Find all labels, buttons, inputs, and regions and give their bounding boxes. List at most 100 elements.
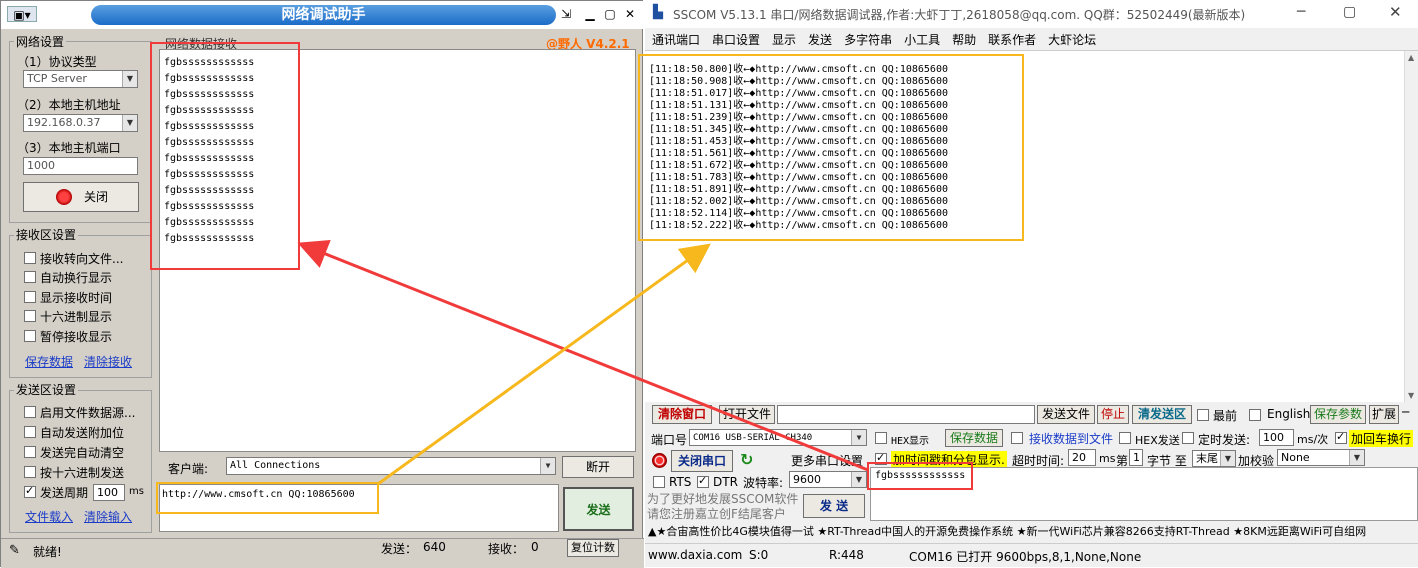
timed-send-checkbox[interactable] xyxy=(1182,432,1194,444)
menu-item[interactable]: 发送 xyxy=(808,33,832,47)
menu-item[interactable]: 显示 xyxy=(772,33,796,47)
menu-item[interactable]: 大虾论坛 xyxy=(1048,33,1096,47)
save-params-button[interactable]: 保存参数 xyxy=(1310,405,1366,424)
sent-count: 640 xyxy=(423,540,446,554)
dtr-checkbox[interactable] xyxy=(697,474,709,488)
menu-item[interactable]: 多字符串 xyxy=(844,33,892,47)
clear-receive-link[interactable]: 清除接收 xyxy=(84,353,132,370)
protocol-select[interactable]: TCP Server ▼ xyxy=(23,70,138,88)
file-source-checkbox[interactable] xyxy=(24,406,36,418)
window-menu-icon[interactable]: ▣▾ xyxy=(7,6,37,22)
menu-item[interactable]: 小工具 xyxy=(904,33,940,47)
chevron-down-icon: ▼ xyxy=(1349,450,1364,465)
recv-option-label: 暂停接收显示 xyxy=(40,330,113,344)
topmost-checkbox[interactable] xyxy=(1197,409,1209,421)
port-label: （3）本地主机端口 xyxy=(17,141,121,155)
rts-checkbox[interactable] xyxy=(653,476,665,488)
scrollbar[interactable]: ▲ ▼ xyxy=(1404,51,1418,402)
add-crlf-checkbox[interactable] xyxy=(1335,430,1347,444)
send-button[interactable]: 发送 xyxy=(563,487,634,531)
file-load-link[interactable]: 文件载入 xyxy=(25,508,73,525)
receive-settings-label: 接收区设置 xyxy=(14,228,79,242)
close-icon[interactable]: ✕ xyxy=(1389,3,1402,21)
site-url[interactable]: www.daxia.com xyxy=(648,548,742,562)
interval-input[interactable]: 100 xyxy=(1259,429,1294,446)
checksum-select[interactable]: None ▼ xyxy=(1277,449,1365,466)
dtr-label: DTR xyxy=(713,475,738,489)
client-select[interactable]: All Connections ▼ xyxy=(226,457,556,475)
chevron-down-icon: ▼ xyxy=(540,458,555,474)
auto-clear-checkbox[interactable] xyxy=(24,446,36,458)
maximize-icon[interactable]: ▢ xyxy=(602,6,618,22)
port-status-icon xyxy=(652,453,667,468)
auto-wrap-checkbox[interactable] xyxy=(24,271,36,283)
recv-label: 接收： xyxy=(488,542,525,556)
netassist-window: ▣▾ 网络调试助手 ⇲ ▁ ▢ ✕ 网络设置 （1）协议类型 TCP Serve… xyxy=(0,0,644,568)
client-label: 客户端: xyxy=(168,462,209,476)
send-file-button[interactable]: 发送文件 xyxy=(1037,405,1095,424)
show-time-checkbox[interactable] xyxy=(24,291,36,303)
ad-ticker[interactable]: ▲★合宙高性价比4G模块值得一试 ★RT-Thread中国人的开源免费操作系统 … xyxy=(645,522,1418,542)
protocol-label: （1）协议类型 xyxy=(17,55,97,69)
send-settings-label: 发送区设置 xyxy=(14,383,79,397)
auto-append-checkbox[interactable] xyxy=(24,426,36,438)
pin-icon[interactable]: ⇲ xyxy=(558,6,574,22)
close-icon[interactable]: ✕ xyxy=(622,6,638,22)
hex-send-checkbox[interactable] xyxy=(24,466,36,478)
hex-display-checkbox[interactable] xyxy=(875,432,887,444)
minimize-icon[interactable]: ▁ xyxy=(582,6,598,22)
host-select[interactable]: 192.168.0.37 ▼ xyxy=(23,114,138,132)
recv-to-file-checkbox[interactable] xyxy=(24,252,36,264)
pause-display-checkbox[interactable] xyxy=(24,330,36,342)
record-icon xyxy=(56,189,72,205)
period-input[interactable]: 100 xyxy=(93,484,125,501)
clear-window-button[interactable]: 清除窗口 xyxy=(652,405,712,424)
chevron-down-icon: ▼ xyxy=(851,472,866,487)
recv-option-label: 十六进制显示 xyxy=(40,310,113,324)
expand-button[interactable]: 扩展 xyxy=(1369,405,1399,424)
english-checkbox[interactable] xyxy=(1249,409,1261,421)
timeout-input[interactable]: 20 xyxy=(1068,449,1096,466)
period-unit: ms xyxy=(129,486,144,497)
close-connection-button[interactable]: 关闭 xyxy=(23,182,139,212)
hex-display-label: HEX显示 xyxy=(891,436,930,447)
recv-to-file-checkbox[interactable] xyxy=(1011,432,1023,444)
open-file-button[interactable]: 打开文件 xyxy=(719,405,775,424)
send-option-label: 发送完自动清空 xyxy=(40,446,125,460)
minus-icon[interactable]: ─ xyxy=(1402,405,1409,419)
refresh-icon[interactable]: ↻ xyxy=(740,450,753,469)
menu-item[interactable]: 帮助 xyxy=(952,33,976,47)
clear-send-button[interactable]: 清发送区 xyxy=(1132,405,1192,424)
more-settings-link[interactable]: 更多串口设置 xyxy=(791,452,863,469)
menu-item[interactable]: 串口设置 xyxy=(712,33,760,47)
file-path-input[interactable] xyxy=(777,405,1035,424)
chevron-down-icon: ▼ xyxy=(851,430,866,445)
reset-count-button[interactable]: 复位计数 xyxy=(567,539,619,557)
scroll-down-icon[interactable]: ▼ xyxy=(1408,391,1414,400)
chevron-down-icon: ▼ xyxy=(122,115,137,131)
port-input[interactable]: 1000 xyxy=(23,157,138,175)
stop-button[interactable]: 停止 xyxy=(1097,405,1129,424)
menu-item[interactable]: 通讯端口 xyxy=(652,33,700,47)
status-icon: ✎ xyxy=(9,543,20,558)
save-data-button[interactable]: 保存数据 xyxy=(945,429,1003,447)
rts-label: RTS xyxy=(669,475,692,489)
close-port-button[interactable]: 关闭串口 xyxy=(671,450,733,472)
sscom-send-button[interactable]: 发 送 xyxy=(803,494,865,518)
minimize-icon[interactable]: ─ xyxy=(1297,4,1305,20)
highlight-box-send-text xyxy=(867,462,973,490)
byte-index-input[interactable]: 1 xyxy=(1129,449,1143,466)
byte-end-select[interactable]: 末尾 ▼ xyxy=(1192,450,1236,467)
hex-display-checkbox[interactable] xyxy=(24,310,36,322)
promo-text[interactable]: 为了更好地发展SSCOM软件 请您注册嘉立创F结尾客户 xyxy=(647,492,798,522)
disconnect-button[interactable]: 断开 xyxy=(562,456,634,478)
save-data-link[interactable]: 保存数据 xyxy=(25,353,73,370)
menu-item[interactable]: 联系作者 xyxy=(988,33,1036,47)
scroll-up-icon[interactable]: ▲ xyxy=(1408,53,1414,62)
send-period-checkbox[interactable] xyxy=(24,484,36,498)
hex-send-checkbox[interactable] xyxy=(1119,432,1131,444)
clear-input-link[interactable]: 清除输入 xyxy=(84,508,132,525)
baud-select[interactable]: 9600 ▼ xyxy=(789,471,867,488)
maximize-icon[interactable]: ▢ xyxy=(1343,4,1356,20)
port-select[interactable]: COM16 USB-SERIAL CH340 ▼ xyxy=(689,429,867,446)
